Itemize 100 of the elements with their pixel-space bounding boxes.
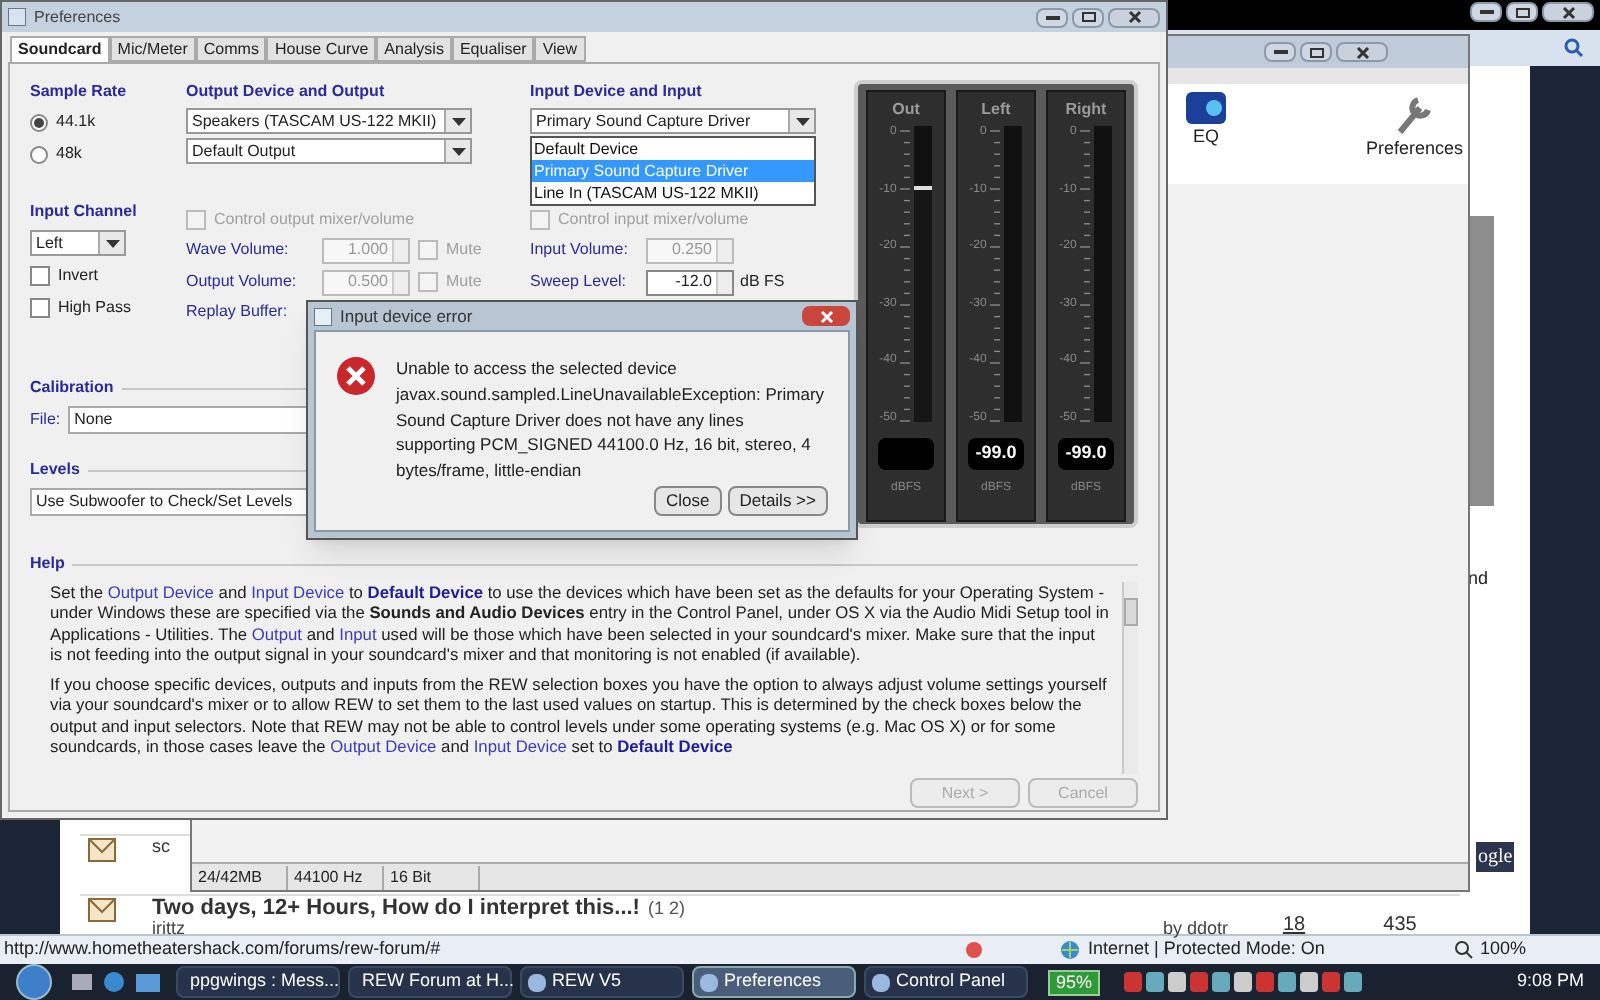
dropdown-field[interactable]: Left [30,230,126,256]
minimize-button[interactable] [1036,7,1068,27]
maximize-button[interactable] [1300,42,1332,62]
help-link[interactable]: Output [251,623,303,644]
taskbar-button[interactable]: REW V5 [520,966,684,998]
tab[interactable]: Analysis [376,36,452,62]
error-message: Unable to access the selected device [396,356,679,382]
meter-label: Left [981,98,1011,122]
security-zone: Internet | Protected Mode: On [1088,938,1325,963]
taskbar-button[interactable]: Preferences [692,966,856,998]
zoom-icon[interactable] [1453,940,1474,960]
field-label: Sweep Level: [530,270,629,294]
dropdown-field[interactable]: Speakers (TASCAM US-122 MKII) [186,108,472,134]
field-label: Wave Volume: [186,238,291,262]
tab[interactable]: Mic/Meter [109,36,196,62]
taskbar-button[interactable]: REW Forum at H... [348,966,512,998]
last-post: by ddotr [1162,918,1228,938]
caret-icon [451,147,465,155]
taskbar-button[interactable]: Control Panel [864,966,1028,998]
checkbox-label: Mute [446,238,482,262]
checkbox[interactable] [30,265,50,285]
dialog-button[interactable]: Details >> [727,486,828,516]
section-title: Help [30,552,65,576]
checkbox[interactable] [530,209,550,229]
dropdown-arrow-button[interactable] [788,110,814,132]
status-url: http://www.hometheatershack.com/forums/rew-forum/# [4,936,443,963]
thread-title[interactable]: Two days, 12+ Hours, How do I interpret this...! [152,898,640,920]
dropdown-arrow-button[interactable] [444,140,470,162]
minimize-icon [1045,15,1059,19]
help-link[interactable]: Output Device [107,582,214,602]
start-button[interactable] [16,964,52,1000]
checkbox[interactable] [30,297,50,317]
thread-author: irittz [152,920,187,938]
dropdown-field[interactable]: Primary Sound Capture Driver [530,108,816,134]
reading-display: -99.0 [1058,438,1114,470]
help-link[interactable]: Default Device [367,582,484,602]
tab[interactable]: Comms [195,36,267,62]
search-icon[interactable] [1564,38,1584,58]
envelope-icon [88,898,116,922]
toolbar-button[interactable]: Preferences [1366,92,1464,163]
section-title: Input Device and Input [530,80,704,104]
tab[interactable]: Soundcard [10,36,110,62]
dropdown-option[interactable]: Line In (TASCAM US-122 MKII) [532,182,814,204]
minimize-icon [1479,10,1493,14]
close-icon [1127,10,1141,24]
minimize-button[interactable] [1264,42,1296,62]
checkbox-label: Mute [446,270,482,294]
clock[interactable]: 9:08 PM [1516,968,1584,996]
envelope-icon [88,838,116,862]
dialog-button[interactable]: Close [653,486,722,516]
close-icon [819,309,833,323]
field-label: Input Volume: [530,238,630,262]
taskbar-button[interactable]: ppgwings : Mess... [176,966,340,998]
section-title: Levels [30,458,80,482]
reading-display [878,438,934,470]
field-label: Output Volume: [186,270,299,294]
tab[interactable]: House Curve [266,36,377,62]
help-link[interactable]: Input Device [251,582,345,602]
maximize-button[interactable] [1506,2,1538,22]
minimize-icon [1273,50,1287,54]
checkbox[interactable] [186,209,206,229]
help-paragraph: Set the Output Device and Input Device to Default Device to use the devices which have been set as the defaults for your Operating System - under Windows these are specified via the Sounds and Audio Devices entry in the Control Panel, under OS X via the Audio Midi Setup tool in Applications - Utilities. The Output and Input used will be those which have been selected in your soundcard's mixer. Make sure that the input is not feeding into the output signal in your soundcard's mixer and that monitoring is not enabled (if available). [50,582,1110,665]
tab[interactable]: View [534,36,586,62]
close-button[interactable] [1108,7,1160,27]
toolbar-button[interactable]: EQ [1186,92,1226,151]
caret-icon [451,117,465,125]
dropdown-option[interactable]: Default Device [532,138,814,160]
maximize-button[interactable] [1072,7,1104,27]
minimize-button[interactable] [1470,2,1502,22]
help-link[interactable]: Default Device [617,736,733,757]
blocked-icon [964,940,984,960]
battery-indicator: 95% [1048,969,1101,995]
scrollbar[interactable] [1122,582,1138,774]
dropdown-field[interactable]: Default Output [186,138,472,164]
close-button[interactable] [1336,42,1388,62]
dropdown-arrow-button[interactable] [444,110,470,132]
field-label: File: [30,408,61,432]
thread-title[interactable]: sc [152,838,170,856]
help-link[interactable]: Input [339,623,377,644]
radio-label: 44.1k [56,110,96,134]
reply-count[interactable]: 18 [1264,910,1324,940]
tab[interactable]: Equaliser [451,36,535,62]
close-button[interactable] [1542,2,1594,22]
spinner-field[interactable]: -12.0 [646,269,734,295]
dialog-title: Input device error [340,303,473,329]
close-icon [1561,5,1575,19]
page-links[interactable]: (1 2) [647,900,685,918]
section-title: Calibration [30,376,114,400]
help-link[interactable]: Output Device [330,736,437,757]
section-title: Sample Rate [30,80,129,104]
radio-button[interactable] [30,113,48,131]
globe-icon [1060,940,1080,960]
help-link[interactable]: Input Device [473,736,567,757]
radio-button[interactable] [30,145,48,163]
zoom-level[interactable]: 100% [1479,936,1526,964]
dropdown-arrow-button[interactable] [98,232,124,254]
status-field: 16 Bit [384,865,480,889]
view-count: 435 [1381,912,1419,940]
maximize-icon [1309,47,1323,57]
caret-icon [105,239,119,247]
